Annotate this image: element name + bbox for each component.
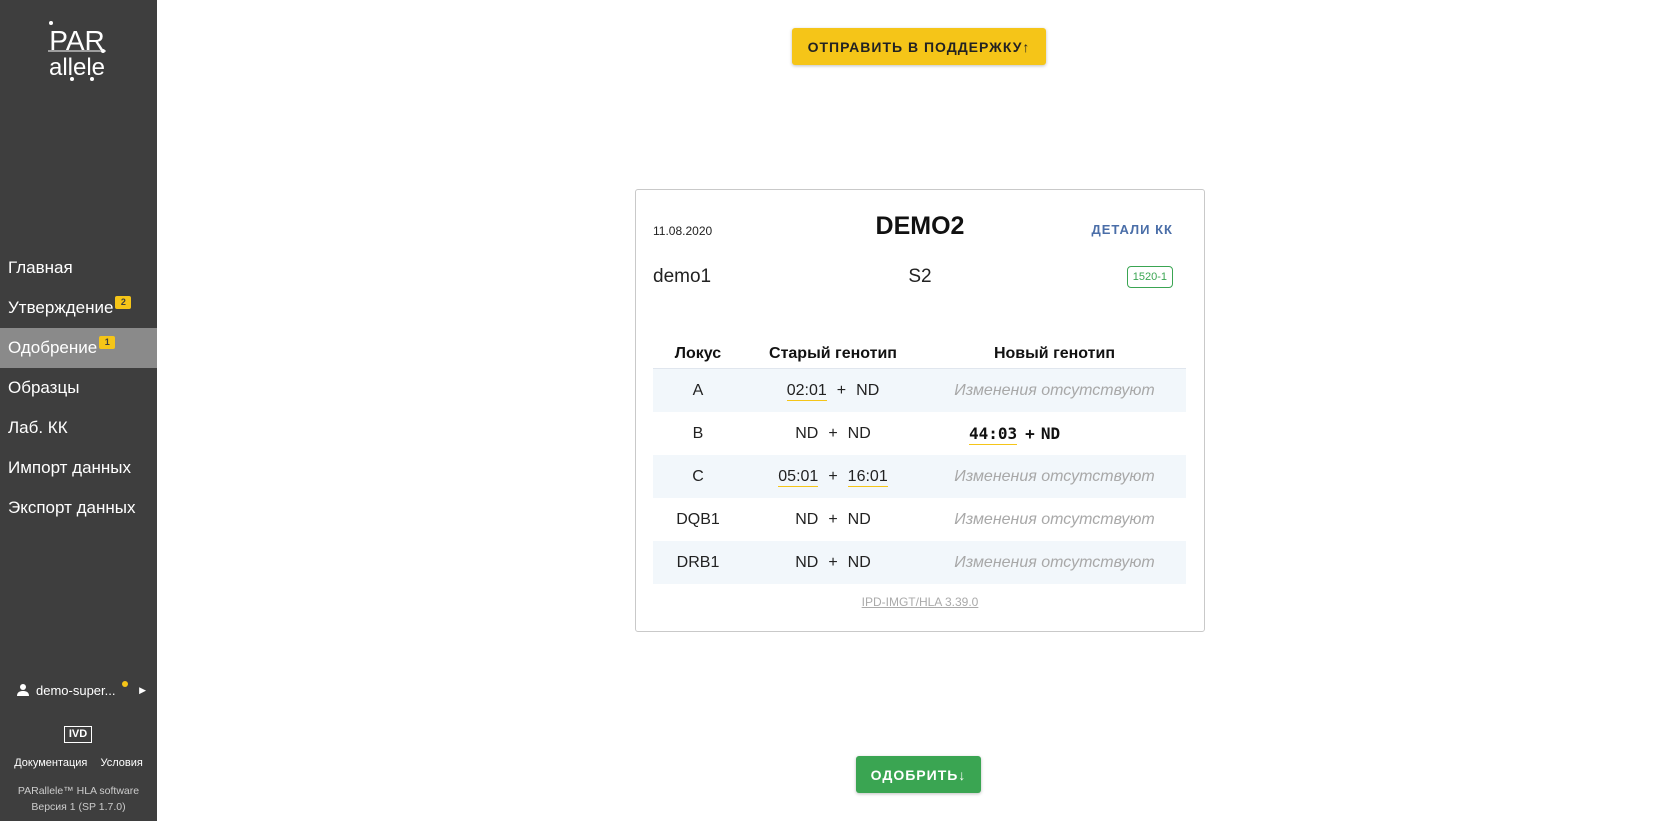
column-header-locus: Локус — [674, 345, 722, 362]
plus-sign: + — [836, 382, 847, 399]
nav-item-import[interactable]: Импорт данных — [0, 448, 157, 488]
user-menu[interactable]: demo-super... ▶ — [16, 680, 146, 700]
count-badge: 1 — [99, 336, 116, 349]
sample-card: 11.08.2020 DEMO2 ДЕТАЛИ КК demo1 S2 1520… — [635, 189, 1205, 632]
new-genotype-cell: Изменения отсутствуют — [954, 554, 1155, 571]
allele-value: ND — [847, 425, 871, 442]
nav-label: Одобрение — [8, 338, 98, 357]
product-name: PARallele™ HLA software — [17, 785, 140, 797]
allele-value: ND — [847, 511, 871, 528]
locus-cell: C — [692, 468, 704, 485]
locus-cell: DRB1 — [676, 554, 720, 571]
new-genotype-cell: 44:03 + ND — [923, 412, 1186, 455]
column-header-new-genotype: Новый генотип — [993, 345, 1116, 362]
nav-label: Утверждение — [8, 298, 114, 317]
nav-item-approval[interactable]: Одобрение 1 — [0, 328, 157, 368]
old-genotype-cell: ND + ND — [743, 498, 923, 541]
send-to-support-button[interactable]: ОТПРАВИТЬ В ПОДДЕРЖКУ↑ — [792, 28, 1046, 65]
nav-item-export[interactable]: Экспорт данных — [0, 488, 157, 528]
old-genotype-cell: 05:01 +16:01 — [743, 455, 923, 498]
username: demo-super... — [36, 682, 116, 698]
plus-sign: + — [1025, 424, 1035, 443]
genotype-table: Локус Старый генотип Новый генотип A 02:… — [653, 340, 1186, 584]
table-row: B ND + ND 44:03 + ND — [653, 412, 1186, 455]
new-genotype-cell: Изменения отсутствуют — [954, 468, 1155, 485]
documentation-link[interactable]: Документация — [14, 757, 87, 769]
plus-sign: + — [828, 468, 838, 485]
allele-value[interactable]: 05:01 — [778, 468, 819, 487]
sample-code: S2 — [908, 266, 932, 287]
plus-sign: + — [828, 425, 838, 442]
table-row: C 05:01 +16:01 Изменения отсутствуют — [653, 455, 1186, 498]
new-genotype-cell: Изменения отсутствуют — [954, 382, 1155, 399]
hla-database-version-link[interactable]: IPD-IMGT/HLA 3.39.0 — [636, 595, 1204, 609]
approve-button[interactable]: ОДОБРИТЬ↓ — [856, 756, 981, 793]
table-header: Локус Старый генотип Новый генотип — [653, 340, 1186, 369]
footer-links: Документация Условия — [0, 757, 157, 769]
caret-right-icon: ▶ — [139, 684, 146, 695]
svg-text:allele: allele — [49, 54, 105, 81]
sidebar: PAR allele Главная Утверждение 2 Одобрени… — [0, 0, 157, 821]
plus-sign: + — [828, 511, 838, 528]
nav-label: Главная — [8, 258, 73, 277]
allele-value[interactable]: 44:03 — [969, 424, 1018, 445]
locus-cell: B — [692, 425, 704, 442]
old-genotype-cell: ND + ND — [743, 412, 923, 455]
version-info: PARallele™ HLA software Версия 1 (SP 1.7… — [0, 783, 157, 815]
allele-value: ND — [795, 511, 819, 528]
old-genotype-cell: 02:01 + ND — [743, 369, 923, 412]
nav-label: Образцы — [8, 378, 80, 397]
nav-item-home[interactable]: Главная — [0, 248, 157, 288]
parallele-logo[interactable]: PAR allele — [44, 20, 110, 84]
allele-value[interactable]: 02:01 — [786, 382, 827, 401]
user-icon — [17, 684, 29, 696]
nav-item-samples[interactable]: Образцы — [0, 368, 157, 408]
nav-item-lab-qc[interactable]: Лаб. КК — [0, 408, 157, 448]
allele-value: ND — [795, 425, 819, 442]
allele-value[interactable]: 16:01 — [847, 468, 888, 487]
ivd-mark: IVD — [64, 726, 92, 743]
notification-dot — [122, 681, 128, 687]
locus-cell: DQB1 — [676, 511, 720, 528]
nav-label: Экспорт данных — [8, 498, 136, 517]
version-text: Версия 1 (SP 1.7.0) — [31, 801, 126, 813]
nav-item-confirmation[interactable]: Утверждение 2 — [0, 288, 157, 328]
column-header-old-genotype: Старый генотип — [769, 345, 897, 362]
allele-value: ND — [856, 382, 880, 399]
allele-value: ND — [795, 554, 819, 571]
table-row: DQB1 ND + ND Изменения отсутствуют — [653, 498, 1186, 541]
kit-tag: 1520-1 — [1126, 266, 1173, 288]
main-nav: Главная Утверждение 2 Одобрение 1 Образцы … — [0, 248, 157, 528]
nav-label: Импорт данных — [8, 458, 132, 477]
new-genotype-cell: Изменения отсутствуют — [954, 511, 1155, 528]
plus-sign: + — [828, 554, 838, 571]
terms-link[interactable]: Условия — [100, 757, 142, 769]
allele-value: ND — [1040, 424, 1061, 443]
count-badge: 2 — [115, 296, 132, 309]
old-genotype-cell: ND + ND — [743, 541, 923, 584]
table-row: DRB1 ND + ND Изменения отсутствуют — [653, 541, 1186, 584]
allele-value: ND — [847, 554, 871, 571]
locus-cell: A — [692, 382, 704, 399]
table-row: A 02:01 + ND Изменения отсутствуют — [653, 369, 1186, 412]
nav-label: Лаб. КК — [8, 418, 68, 437]
qc-details-link[interactable]: ДЕТАЛИ КК — [1091, 222, 1173, 237]
